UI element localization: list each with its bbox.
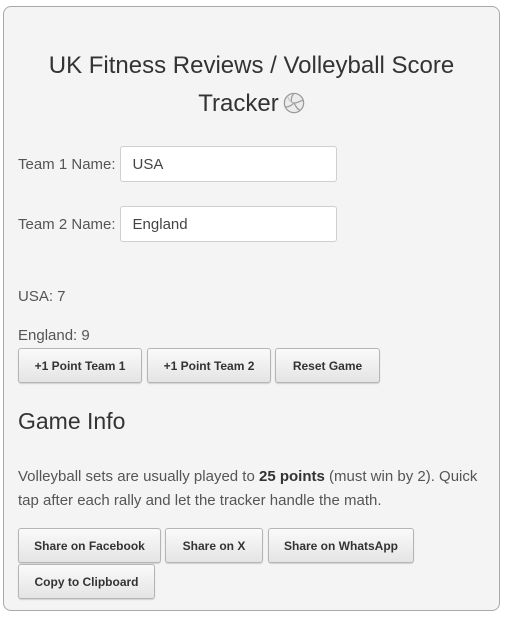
page-title-line2: Tracker [4,85,499,126]
point-team1-button[interactable]: +1 Point Team 1 [18,348,142,383]
info-text-start: Volleyball sets are usually played to [18,468,259,485]
team2-label: Team 2 Name: [18,215,116,233]
share-x-button[interactable]: Share on X [165,528,263,563]
tracker-card: UK Fitness Reviews / Volleyball Score Tr… [3,6,500,611]
page-title-tracker: Tracker [198,90,279,117]
team1-row: Team 1 Name: [18,146,337,182]
volleyball-icon [283,88,305,126]
team1-label: Team 1 Name: [18,155,116,173]
game-info-heading: Game Info [18,408,126,434]
game-info-text: Volleyball sets are usually played to 25… [18,465,488,513]
copy-clipboard-button[interactable]: Copy to Clipboard [18,564,155,599]
team2-score: England: 9 [18,327,90,344]
team2-row: Team 2 Name: [18,206,337,242]
reset-game-button[interactable]: Reset Game [275,348,380,383]
share-whatsapp-button[interactable]: Share on WhatsApp [268,528,414,563]
page-title-line1: UK Fitness Reviews / Volleyball Score [48,52,455,79]
page-title: UK Fitness Reviews / Volleyball Score Tr… [4,47,499,126]
team1-score: USA: 7 [18,288,66,305]
share-facebook-button[interactable]: Share on Facebook [18,528,161,563]
team2-name-input[interactable] [119,206,337,242]
point-team2-button[interactable]: +1 Point Team 2 [147,348,271,383]
team1-name-input[interactable] [119,146,337,182]
info-text-bold: 25 points [258,468,325,485]
